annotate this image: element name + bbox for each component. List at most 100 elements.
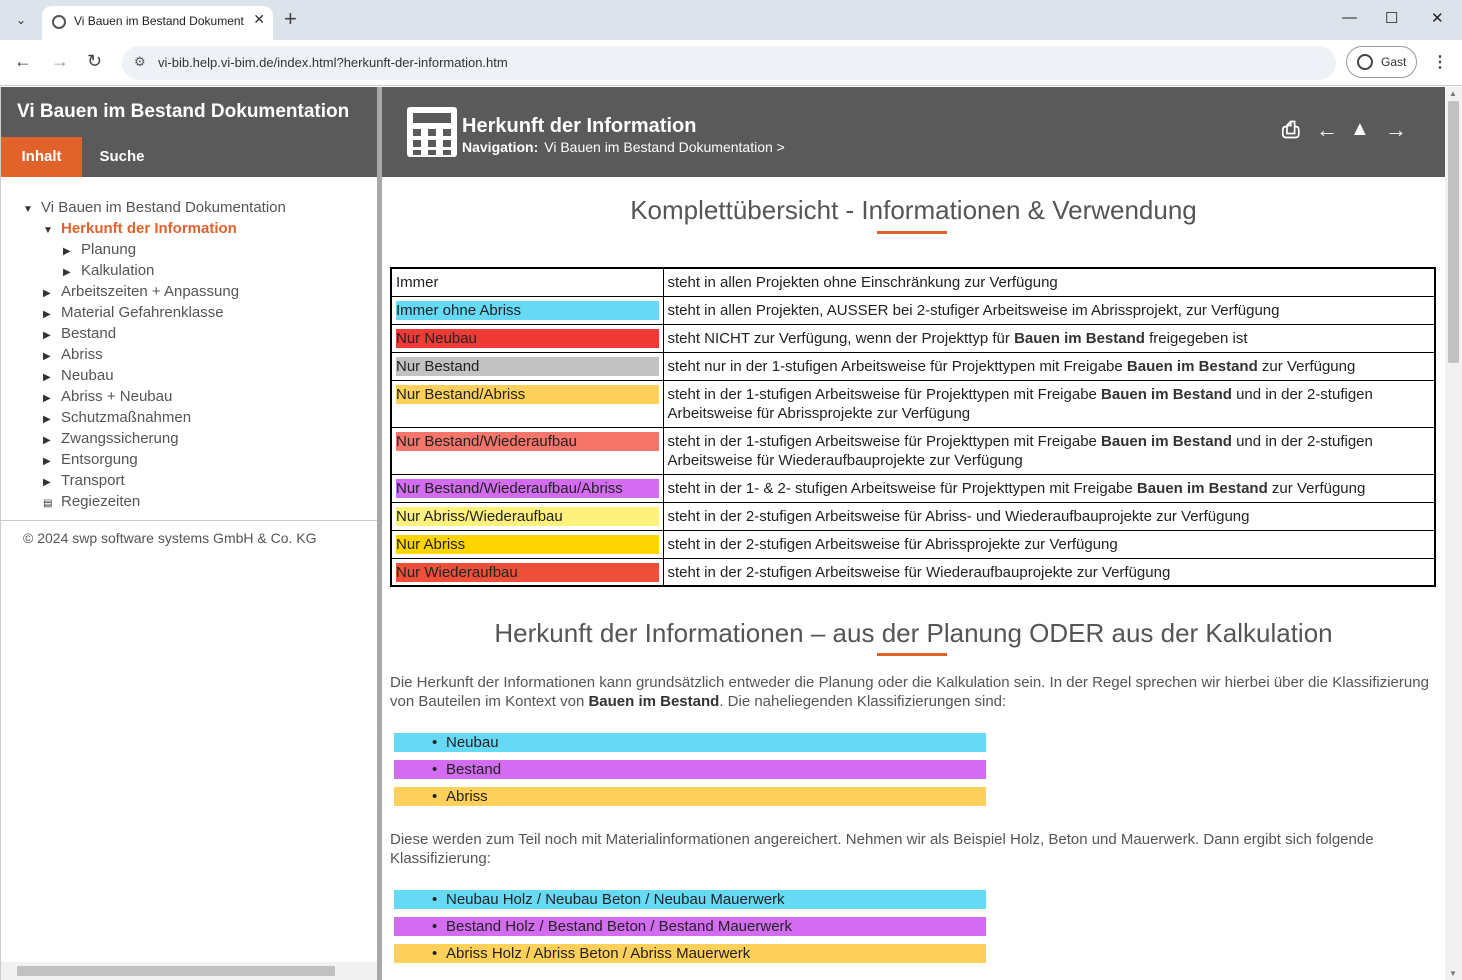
- tab-contents[interactable]: Inhalt: [1, 137, 82, 177]
- legend-label: Nur Abriss/Wiederaufbau: [396, 506, 659, 526]
- legend-description-text: steht in der 2-stufigen Arbeitsweise für…: [667, 563, 1171, 581]
- tab-close-icon[interactable]: ✕: [253, 11, 265, 28]
- classification-item: • Abriss Holz / Abriss Beton / Abriss Mau…: [394, 944, 986, 963]
- next-arrow-icon[interactable]: →: [1385, 117, 1407, 143]
- profile-button[interactable]: Gast: [1346, 46, 1417, 78]
- legend-description-text: steht in der 2-stufigen Arbeitsweise für…: [667, 535, 1118, 553]
- sidebar: Vi Bauen im Bestand Dokumentation Inhalt…: [0, 87, 378, 980]
- collapsed-icon[interactable]: ▶: [43, 456, 61, 467]
- tree-item-entsorgung[interactable]: ▶ Entsorgung: [43, 451, 138, 468]
- legend-label: Nur Wiederaufbau: [396, 562, 659, 582]
- forward-button[interactable]: →: [51, 51, 69, 72]
- section-heading-2: Herkunft der Informationen – aus der Pla…: [494, 618, 1333, 648]
- collapsed-icon[interactable]: ▶: [43, 393, 61, 404]
- close-window-button[interactable]: ✕: [1431, 9, 1444, 27]
- scroll-down-arrow-icon[interactable]: ▼: [1449, 969, 1457, 978]
- tree-item-material[interactable]: ▶ Material Gefahrenklasse: [43, 304, 224, 321]
- legend-description-bold: Bauen im Bestand: [1136, 479, 1268, 497]
- browser-menu-icon[interactable]: ⋮: [1432, 52, 1448, 72]
- scroll-up-arrow-icon[interactable]: ▲: [1449, 89, 1457, 98]
- previous-arrow-icon[interactable]: ←: [1316, 117, 1338, 143]
- collapsed-icon[interactable]: ▶: [43, 288, 61, 299]
- reload-button[interactable]: ↻: [87, 51, 102, 72]
- tree-item-herkunft[interactable]: ▼ Herkunft der Information: [43, 220, 237, 237]
- tree-item-zwangssicherung[interactable]: ▶ Zwangssicherung: [43, 430, 179, 447]
- collapsed-icon[interactable]: ▶: [43, 309, 61, 320]
- content-vertical-scrollbar[interactable]: ▲ ▼: [1445, 87, 1462, 980]
- collapsed-icon[interactable]: ▶: [63, 267, 81, 278]
- legend-description: steht in allen Projekten ohne Einschränk…: [662, 267, 1436, 297]
- tree-item-abriss-neubau[interactable]: ▶ Abriss + Neubau: [43, 388, 172, 405]
- tree-item-regiezeiten[interactable]: ▤ Regiezeiten: [43, 493, 140, 510]
- up-arrow-icon[interactable]: ▲: [1350, 118, 1370, 141]
- collapsed-icon[interactable]: ▶: [63, 246, 81, 257]
- browser-tab-bar: ⌄ Vi Bauen im Bestand Dokumentation ✕ + …: [0, 0, 1462, 40]
- bullet: •: [432, 734, 438, 751]
- tree-item-label: Material Gefahrenklasse: [61, 304, 224, 321]
- scrollbar-thumb[interactable]: [17, 966, 335, 976]
- classification-item: • Neubau Holz / Neubau Beton / Neubau Mau…: [394, 890, 986, 909]
- tree-item-label: Planung: [81, 241, 137, 258]
- legend-description-text: zur Verfügung: [1267, 479, 1366, 497]
- tree-item-kalkulation[interactable]: ▶ Kalkulation: [63, 262, 154, 279]
- sidebar-header: Vi Bauen im Bestand Dokumentation Inhalt…: [1, 87, 378, 177]
- browser-tab[interactable]: Vi Bauen im Bestand Dokumentation ✕: [42, 6, 273, 40]
- tree-item-schutzmassnahmen[interactable]: ▶ Schutzmaßnahmen: [43, 409, 191, 426]
- print-icon[interactable]: ⎙: [1282, 117, 1300, 143]
- collapsed-icon[interactable]: ▶: [43, 351, 61, 362]
- legend-label: Nur Bestand/Abriss: [396, 384, 659, 404]
- tree-item-transport[interactable]: ▶ Transport: [43, 472, 125, 489]
- tree-item-label: Regiezeiten: [61, 493, 141, 510]
- legend-description-bold: Bauen im Bestand: [1101, 385, 1232, 403]
- tree-item-label: Schutzmaßnahmen: [61, 409, 192, 426]
- legend-label: Nur Bestand/Wiederaufbau/Abriss: [396, 478, 659, 498]
- legend-row: Nur Wiederaufbau steht in der 2-stufigen …: [390, 557, 1436, 587]
- collapsed-icon[interactable]: ▶: [43, 372, 61, 383]
- classification-item: • Neubau: [394, 733, 986, 752]
- maximize-button[interactable]: ☐: [1385, 9, 1398, 27]
- collapsed-icon[interactable]: ▶: [43, 477, 61, 488]
- legend-description-text: steht in allen Projekten, AUSSER bei 2-s…: [667, 301, 1280, 319]
- expand-icon[interactable]: ▼: [43, 225, 61, 236]
- tree-item-label: Herkunft der Information: [61, 220, 237, 237]
- copyright: © 2024 swp software systems GmbH & Co. K…: [23, 530, 317, 546]
- paragraph-text: . Die naheliegenden Klassifizierungen si…: [719, 693, 1007, 710]
- legend-description: steht NICHT zur Verfügung, wenn der Proj…: [662, 323, 1436, 353]
- breadcrumb-link[interactable]: Vi Bauen im Bestand Dokumentation >: [544, 139, 785, 155]
- legend-row: Nur Bestand steht nur in der 1-stufigen A…: [390, 351, 1436, 381]
- tree-item-arbeitszeiten[interactable]: ▶ Arbeitszeiten + Anpassung: [43, 283, 239, 300]
- tree-item-root[interactable]: ▼ Vi Bauen im Bestand Dokumentation: [23, 199, 286, 216]
- back-button[interactable]: ←: [14, 51, 32, 72]
- sidebar-horizontal-scrollbar[interactable]: [1, 962, 378, 980]
- browser-toolbar: ← → ↻ ⚙ vi-bib.help.vi-bim.de/index.html…: [0, 40, 1462, 86]
- address-bar[interactable]: ⚙ vi-bib.help.vi-bim.de/index.html?herku…: [122, 46, 1336, 80]
- legend-description: steht in der 1- & 2- stufigen Arbeitswei…: [662, 473, 1436, 503]
- bullet: •: [432, 918, 438, 935]
- site-info-icon[interactable]: ⚙: [134, 54, 146, 70]
- legend-label-cell: Immer: [390, 267, 664, 297]
- legend-row: Nur Bestand/Abriss steht in der 1-stufige…: [390, 379, 1436, 428]
- collapsed-icon[interactable]: ▶: [43, 414, 61, 425]
- scrollbar-thumb[interactable]: [1448, 101, 1459, 363]
- collapsed-icon[interactable]: ▶: [43, 330, 61, 341]
- tree-item-abriss[interactable]: ▶ Abriss: [43, 346, 103, 363]
- section-heading: Komplettübersicht - Informationen & Verw…: [630, 195, 1197, 225]
- legend-description-text: freigegeben ist: [1144, 329, 1248, 347]
- tree-item-planung[interactable]: ▶ Planung: [63, 241, 136, 258]
- minimize-button[interactable]: —: [1342, 9, 1357, 26]
- legend-row: Nur Abriss/Wiederaufbau steht in der 2-st…: [390, 501, 1436, 531]
- tab-search-chevron-icon[interactable]: ⌄: [8, 8, 34, 32]
- collapsed-icon[interactable]: ▶: [43, 435, 61, 446]
- legend-description: steht in der 2-stufigen Arbeitsweise für…: [662, 557, 1436, 587]
- new-tab-button[interactable]: +: [284, 6, 297, 32]
- legend-description-text: zur Verfügung: [1257, 357, 1356, 375]
- legend-row: Immer ohne Abriss steht in allen Projekte…: [390, 295, 1436, 325]
- expand-icon[interactable]: ▼: [23, 204, 41, 215]
- tree-item-bestand[interactable]: ▶ Bestand: [43, 325, 116, 342]
- tab-search[interactable]: Suche: [82, 137, 162, 177]
- legend-row: Nur Bestand/Wiederaufbau/Abriss steht in …: [390, 473, 1436, 503]
- breadcrumb-label: Navigation:: [462, 139, 539, 155]
- tree-item-neubau[interactable]: ▶ Neubau: [43, 367, 114, 384]
- legend-label-cell: Nur Wiederaufbau: [390, 557, 664, 587]
- legend-description-text: steht nur in der 1-stufigen Arbeitsweise…: [667, 357, 1127, 375]
